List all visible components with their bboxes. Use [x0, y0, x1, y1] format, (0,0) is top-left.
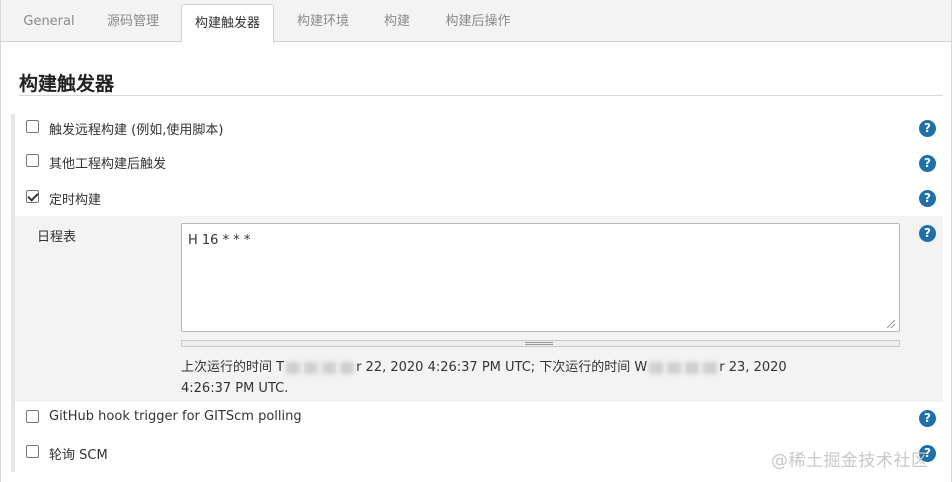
schedule-label: 日程表 — [37, 230, 77, 245]
run-time-info: 上次运行的时间 T r 22, 2020 4:26:37 PM UTC; 下次运行… — [181, 357, 901, 399]
trigger-poll-scm-label[interactable]: 轮询 SCM — [49, 444, 108, 463]
trigger-poll-scm-checkbox[interactable] — [26, 445, 39, 458]
redacted-block — [685, 361, 700, 374]
section-title: 构建触发器 — [19, 73, 115, 95]
trigger-remote-label[interactable]: 触发远程构建 (例如,使用脚本) — [49, 119, 223, 138]
next-run-suffix: r 23, 2020 — [719, 360, 787, 375]
section-divider — [19, 95, 943, 96]
tab-build-environment[interactable]: 构建环境 — [283, 0, 363, 42]
tab-general[interactable]: General — [11, 0, 87, 42]
redacted-block — [649, 361, 664, 374]
trigger-github-hook-checkbox[interactable] — [26, 410, 39, 423]
redacted-block — [703, 361, 718, 374]
trigger-row-remote: 触发远程构建 (例如,使用脚本) — [15, 113, 943, 147]
trigger-periodic-label[interactable]: 定时构建 — [49, 189, 101, 208]
trigger-after-other-checkbox[interactable] — [26, 154, 39, 167]
last-run-suffix: r 22, 2020 4:26:37 PM UTC; 下次运行的时间 W — [356, 360, 648, 375]
question-mark-icon[interactable]: ? — [919, 120, 936, 137]
jenkins-config-page: General 源码管理 构建触发器 构建环境 构建 构建后操作 构建触发器 触… — [0, 0, 952, 482]
next-run-line2: 4:26:37 PM UTC. — [181, 381, 289, 396]
trigger-github-hook-label[interactable]: GitHub hook trigger for GITScm polling — [49, 409, 302, 424]
tab-build-triggers[interactable]: 构建触发器 — [181, 4, 274, 43]
schedule-value: H 16 * * * — [188, 233, 251, 248]
tab-source-code-management[interactable]: 源码管理 — [93, 0, 173, 42]
textarea-drag-bar[interactable] — [181, 340, 900, 347]
trigger-row-after-other-projects: 其他工程构建后触发 — [15, 147, 943, 181]
question-mark-icon[interactable]: ? — [919, 410, 936, 427]
tab-build[interactable]: 构建 — [371, 0, 423, 42]
watermark: @稀土掘金技术社区 — [771, 451, 929, 471]
question-mark-icon[interactable]: ? — [919, 190, 936, 207]
config-tab-bar: General 源码管理 构建触发器 构建环境 构建 构建后操作 — [1, 0, 951, 43]
question-mark-icon[interactable]: ? — [919, 155, 936, 172]
trigger-row-github-hook: GitHub hook trigger for GITScm polling — [15, 403, 943, 437]
tab-post-build-actions[interactable]: 构建后操作 — [431, 0, 525, 42]
last-run-prefix: 上次运行的时间 T — [181, 360, 285, 375]
trigger-after-other-label[interactable]: 其他工程构建后触发 — [49, 153, 166, 172]
trigger-row-periodic: 定时构建 — [15, 183, 943, 217]
schedule-section: 日程表 H 16 * * * 上次运行的时间 T r 22, 2020 4:26:… — [15, 216, 943, 402]
schedule-textarea[interactable]: H 16 * * * — [181, 223, 900, 332]
redacted-block — [322, 361, 337, 374]
redacted-block — [340, 361, 355, 374]
redacted-block — [304, 361, 319, 374]
question-mark-icon[interactable]: ? — [919, 225, 936, 242]
redacted-block — [286, 361, 301, 374]
trigger-remote-checkbox[interactable] — [26, 120, 39, 133]
trigger-periodic-checkbox[interactable] — [26, 190, 39, 203]
redacted-block — [667, 361, 682, 374]
textarea-resize-grip[interactable] — [887, 320, 895, 328]
drag-handle-icon[interactable] — [525, 342, 553, 345]
